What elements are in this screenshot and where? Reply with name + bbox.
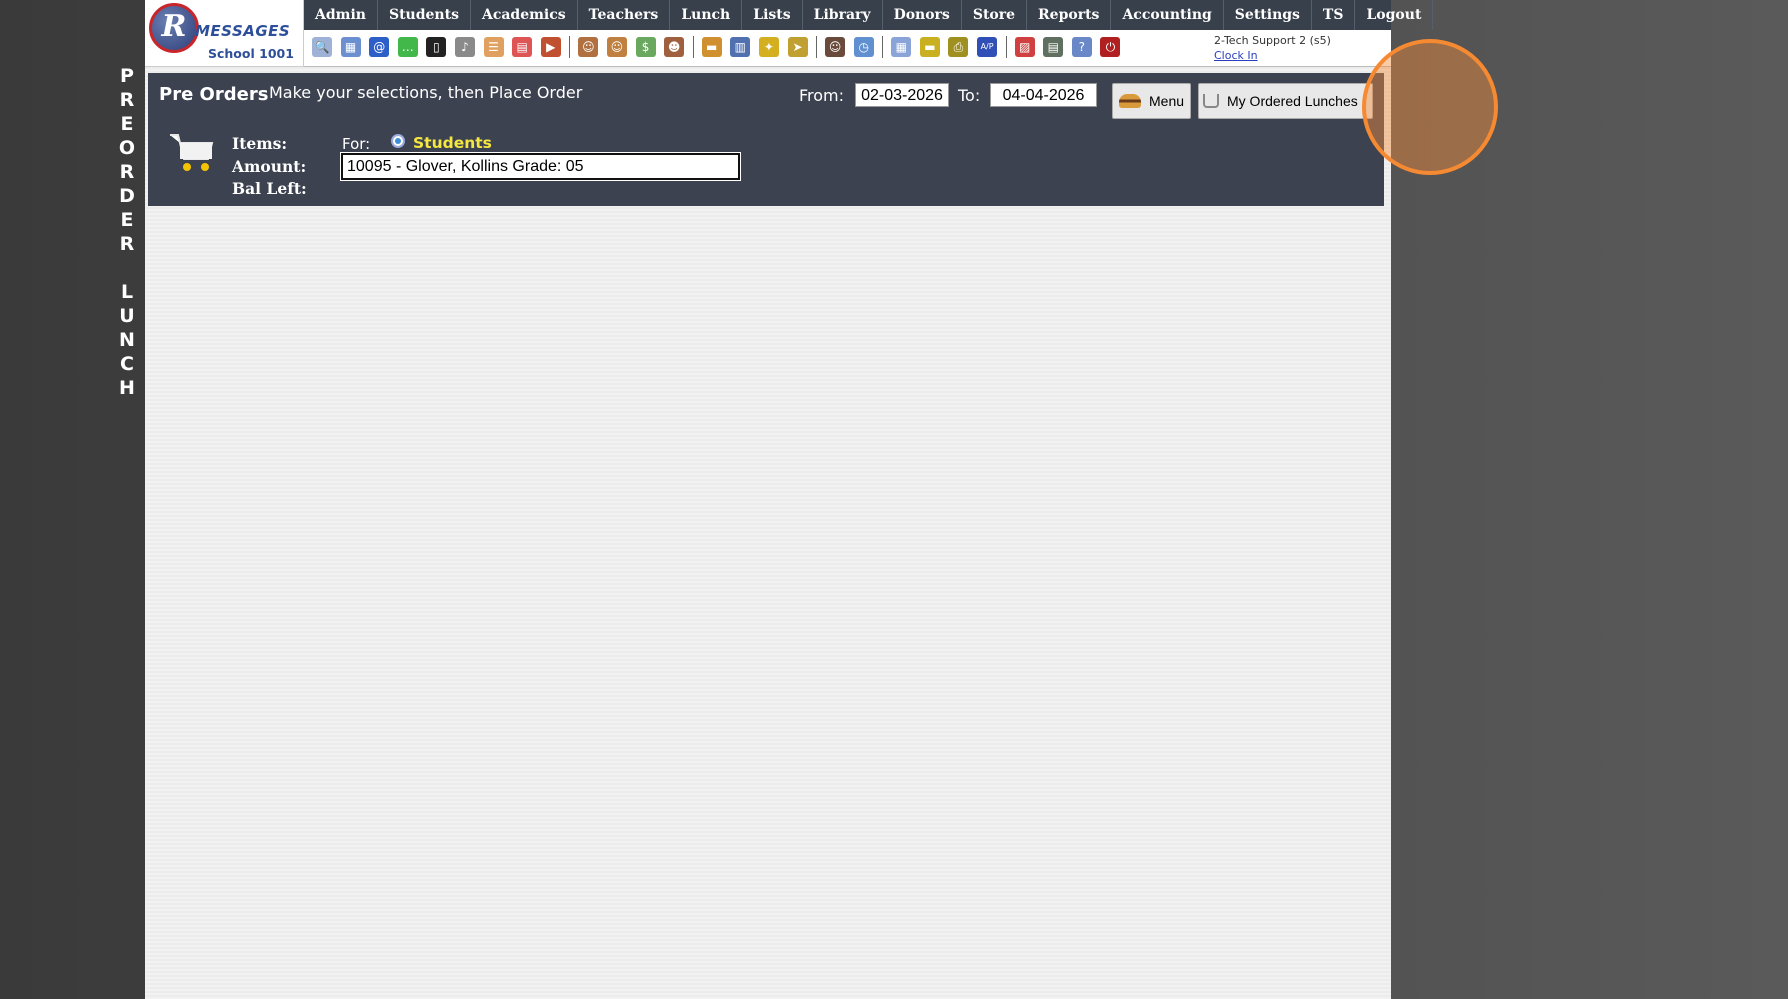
side-label-letter: H <box>119 377 135 399</box>
add-student-icon[interactable]: ☺ <box>578 37 599 57</box>
nav-item-reports[interactable]: Reports <box>1027 0 1112 30</box>
card-icon[interactable]: ▬ <box>919 37 940 57</box>
shopping-cart-icon <box>170 134 214 171</box>
menu-button-label: Menu <box>1149 93 1185 109</box>
page-title: Pre Orders <box>159 84 269 105</box>
pdf-icon[interactable]: ▨ <box>1014 37 1035 57</box>
side-vertical-label: PREORDERLUNCH <box>112 64 142 400</box>
nav-item-ts[interactable]: TS <box>1312 0 1356 30</box>
side-label-letter: E <box>120 113 134 135</box>
burger-icon <box>1119 94 1141 108</box>
to-label: To: <box>958 86 981 105</box>
side-label-letter: D <box>119 185 135 207</box>
nav-item-logout[interactable]: Logout <box>1355 0 1434 30</box>
search-icon[interactable]: 🔍 <box>312 37 332 57</box>
cash-icon[interactable]: ▤ <box>1043 37 1064 57</box>
toolbar-icons: 🔍 ▦ @ … ▯ ♪ ☰ ▤ ▶ ☺ ☺ $ ☻ ▬ ▥ ✦ ➤ ☺ ◷ ▦ ▬ ⎙ A/P ▨ ▤? ⏻ <box>312 36 1129 58</box>
clock-in-link[interactable]: Clock In <box>1214 48 1331 63</box>
side-label-letter: N <box>119 329 135 351</box>
for-label: For: <box>342 135 371 153</box>
page-subtitle: Make your selections, then Place Order <box>269 83 583 102</box>
summary-labels: Items: Amount: Bal Left: <box>232 133 307 201</box>
items-label: Items: <box>232 134 288 153</box>
from-label: From: <box>799 86 845 105</box>
toolbar-separator <box>1005 36 1007 58</box>
my-ordered-lunches-button[interactable]: My Ordered Lunches <box>1198 83 1373 119</box>
student-icon[interactable]: ☺ <box>606 37 627 57</box>
grid-icon[interactable]: ▦ <box>891 37 912 57</box>
family-icon[interactable]: ☻ <box>664 37 685 57</box>
nav-item-settings[interactable]: Settings <box>1224 0 1312 30</box>
toolbar: 🔍 ▦ @ … ▯ ♪ ☰ ▤ ▶ ☺ ☺ $ ☻ ▬ ▥ ✦ ➤ ☺ ◷ ▦ ▬ ⎙ A/P ▨ ▤? ⏻ 2-Tech Sup… <box>304 30 1391 67</box>
speaker-icon[interactable]: ♪ <box>454 37 475 57</box>
bal-left-label: Bal Left: <box>232 179 307 198</box>
menu-button[interactable]: Menu <box>1112 83 1191 119</box>
from-date-input[interactable]: 02-03-2026 <box>855 83 949 107</box>
nav-item-donors[interactable]: Donors <box>883 0 962 30</box>
help-icon[interactable]: ? <box>1071 37 1092 57</box>
side-label-letter: P <box>120 65 134 87</box>
side-label-letter: C <box>120 353 134 375</box>
nav-item-admin[interactable]: Admin <box>304 0 378 30</box>
toolbar-separator <box>569 36 571 58</box>
chat-icon[interactable]: … <box>397 37 418 57</box>
money-icon[interactable]: $ <box>635 37 656 57</box>
app-window: R MESSAGES School 1001 Admin Students Acad… <box>145 0 1498 999</box>
side-label-letter <box>112 256 142 280</box>
to-date-input[interactable]: 04-04-2026 <box>990 83 1097 107</box>
side-label-letter: O <box>118 137 136 159</box>
amount-label: Amount: <box>232 156 307 176</box>
calendar-icon[interactable]: ▤ <box>512 37 533 57</box>
toolbar-separator <box>882 36 884 58</box>
side-label-letter: R <box>119 161 135 183</box>
school-name: School 1001 <box>208 46 294 61</box>
megaphone-icon[interactable]: ▶ <box>540 37 561 57</box>
user-name: 2-Tech Support 2 (s5) <box>1214 34 1331 47</box>
student-select-input[interactable]: 10095 - Glover, Kollins Grade: 05 <box>340 152 741 181</box>
clock-icon[interactable]: ◷ <box>853 37 874 57</box>
side-label-letter: R <box>119 233 135 255</box>
nav-item-academics[interactable]: Academics <box>471 0 578 30</box>
calendar-grid-icon[interactable]: ▦ <box>340 37 361 57</box>
my-ordered-lunches-label: My Ordered Lunches <box>1227 93 1358 109</box>
toolbar-separator <box>692 36 694 58</box>
lunch-icon[interactable]: ▬ <box>701 37 722 57</box>
nav-item-accounting[interactable]: Accounting <box>1111 0 1224 30</box>
nav-item-library[interactable]: Library <box>803 0 883 30</box>
pre-orders-panel: Pre Orders Make your selections, then Pl… <box>148 73 1384 206</box>
export-icon[interactable]: ➤ <box>787 37 808 57</box>
side-label-letter: U <box>119 305 135 327</box>
cart-icon <box>1203 94 1219 108</box>
students-radio-label[interactable]: Students <box>413 134 492 152</box>
user-info: 2-Tech Support 2 (s5) Clock In <box>1214 33 1331 63</box>
logo[interactable]: R MESSAGES School 1001 <box>145 0 304 67</box>
side-label-letter: L <box>120 281 134 303</box>
form-icon[interactable]: ☰ <box>483 37 504 57</box>
logo-brand: MESSAGES <box>195 22 291 40</box>
logo-emblem: R <box>149 3 199 53</box>
side-label-letter: E <box>120 209 134 231</box>
printer-icon[interactable]: ⎙ <box>948 37 969 57</box>
toolbar-separator <box>816 36 818 58</box>
nav-item-lunch[interactable]: Lunch <box>670 0 743 30</box>
power-icon[interactable]: ⏻ <box>1100 37 1121 57</box>
side-label-letter: R <box>119 89 135 111</box>
ap-icon[interactable]: A/P <box>977 37 998 57</box>
book-icon[interactable]: ▥ <box>730 37 751 57</box>
main-nav: Admin Students Academics Teachers Lunch Lists… <box>304 0 1434 30</box>
nav-item-store[interactable]: Store <box>962 0 1028 30</box>
nav-item-teachers[interactable]: Teachers <box>578 0 671 30</box>
broom-icon[interactable]: ✦ <box>758 37 779 57</box>
nav-item-students[interactable]: Students <box>378 0 471 30</box>
students-radio[interactable] <box>391 134 405 148</box>
teacher-icon[interactable]: ☺ <box>825 37 846 57</box>
mobile-icon[interactable]: ▯ <box>426 37 447 57</box>
nav-item-lists[interactable]: Lists <box>742 0 803 30</box>
email-icon[interactable]: @ <box>369 37 390 57</box>
